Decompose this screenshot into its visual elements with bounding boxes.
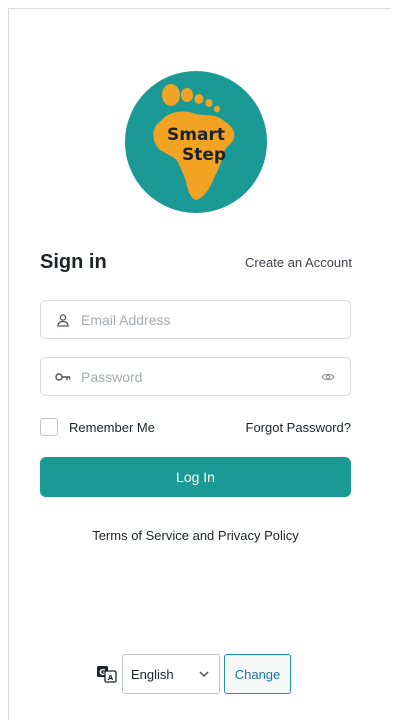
create-account-link[interactable]: Create an Account [245,255,352,270]
show-password-icon[interactable] [320,369,336,385]
translate-icon: G A [96,664,118,684]
language-select[interactable]: English [122,654,220,694]
page-title: Sign in [40,251,107,273]
svg-text:A: A [108,674,114,682]
user-icon [55,312,71,328]
language-switcher: G A English Change [96,654,291,694]
email-field[interactable] [40,300,351,339]
terms-privacy-link[interactable]: Terms of Service and Privacy Policy [40,528,351,543]
smart-step-logo: Smart Step [124,70,268,214]
logo-text-smart: Smart [167,125,225,145]
key-icon [55,369,71,385]
forgot-password-link[interactable]: Forgot Password? [246,420,352,435]
remember-me-checkbox[interactable] [40,418,58,436]
password-input[interactable] [81,358,320,395]
language-select-value: English [131,666,174,682]
remember-row: Remember Me Forgot Password? [40,416,351,438]
logo-text-step: Step [182,145,226,165]
log-in-button[interactable]: Log In [40,457,351,497]
password-field[interactable] [40,357,351,396]
sign-in-header: Sign in Create an Account [40,251,352,274]
change-language-button[interactable]: Change [224,654,291,694]
email-input[interactable] [81,301,350,338]
chevron-down-icon [199,671,209,677]
remember-me-label: Remember Me [69,419,155,435]
remember-me[interactable]: Remember Me [40,418,155,436]
